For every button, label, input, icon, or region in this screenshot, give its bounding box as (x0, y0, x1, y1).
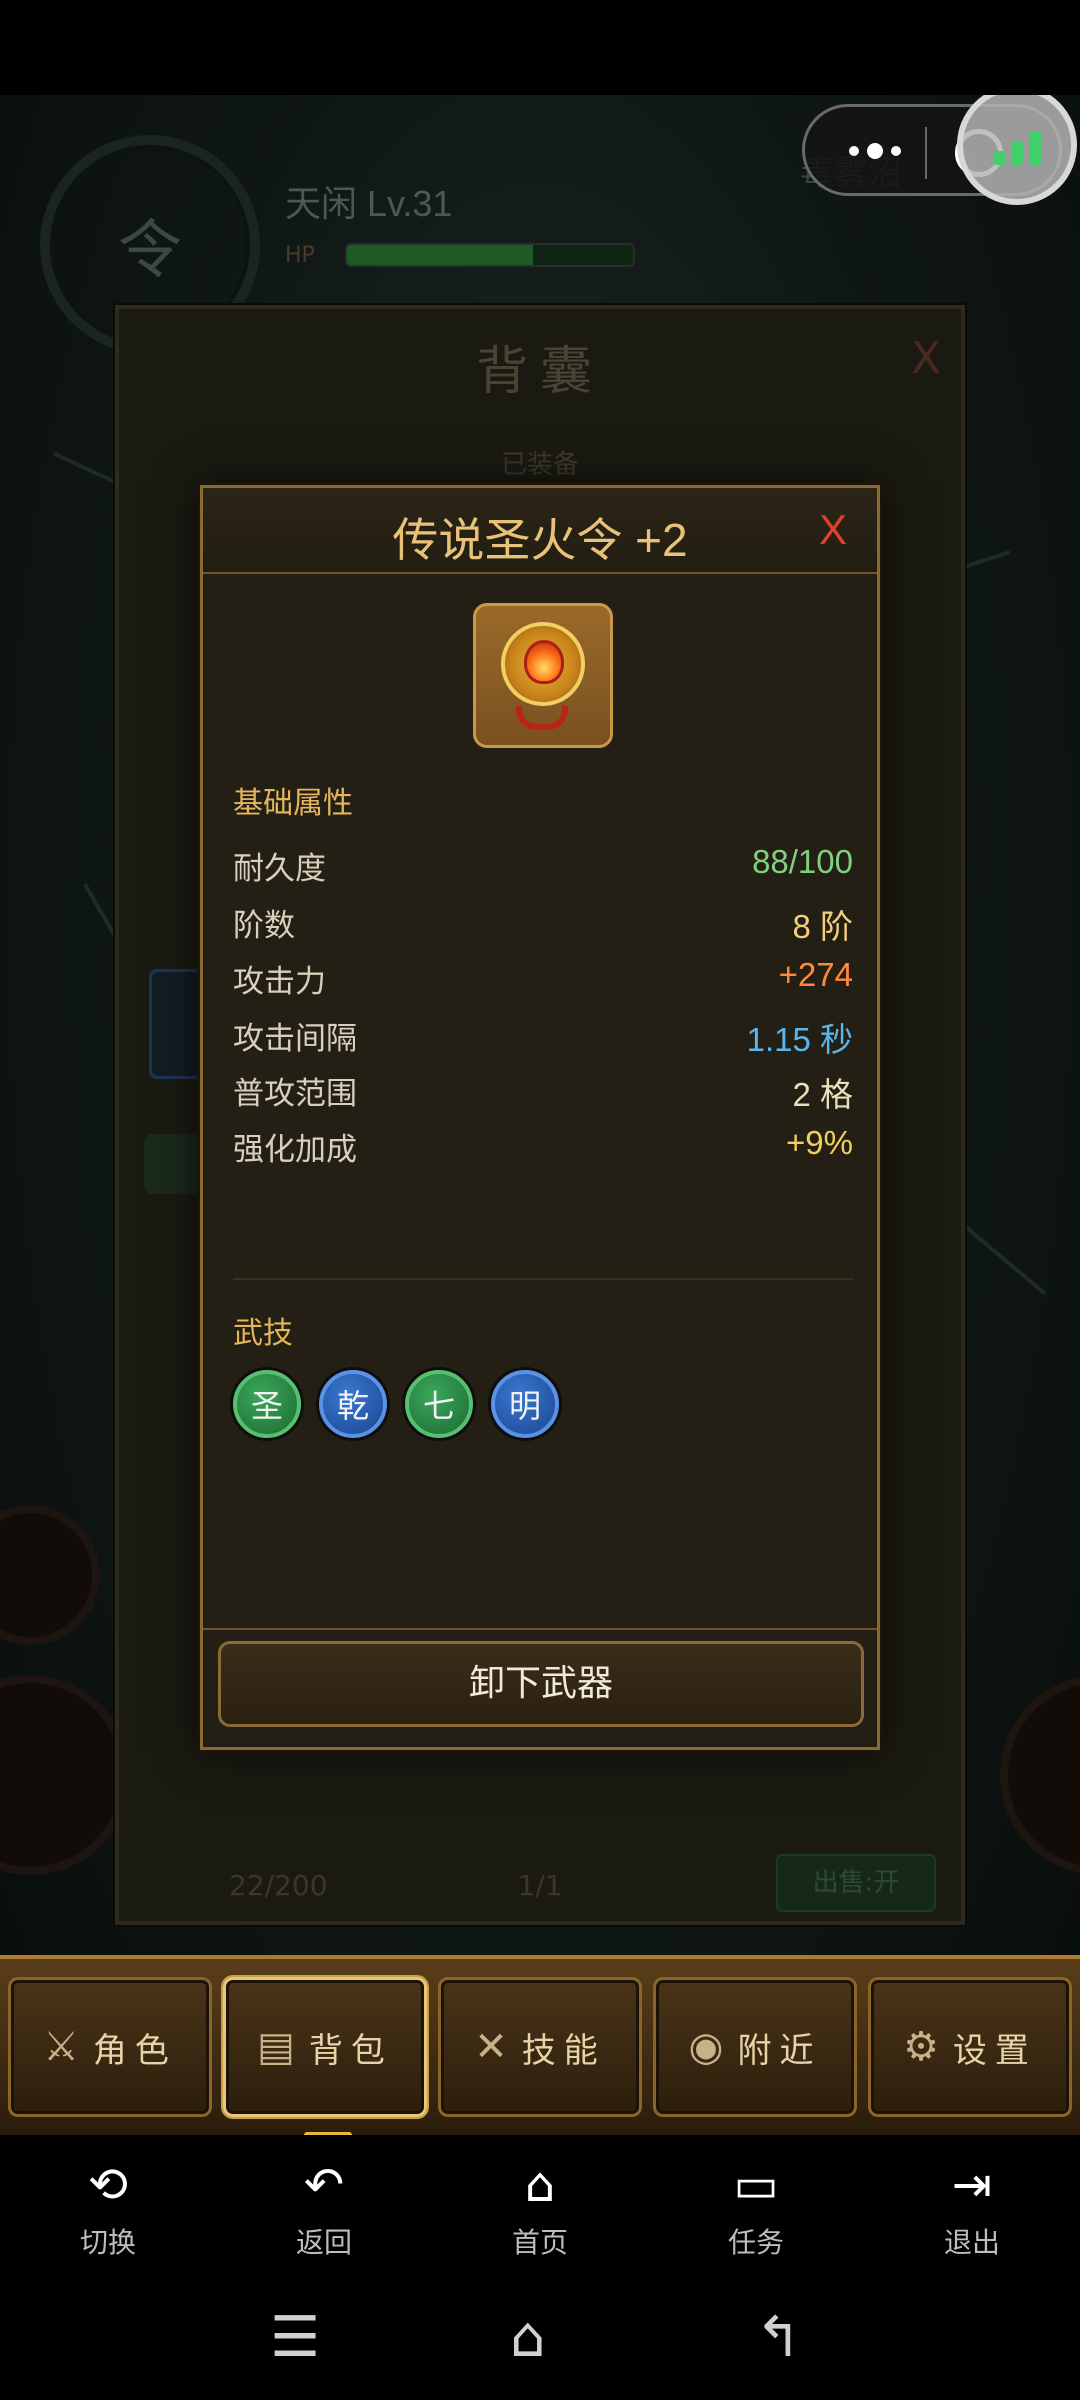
skill-badge[interactable]: 七 (405, 1370, 473, 1438)
attribute-row: 耐久度 88/100 (233, 843, 853, 893)
attribute-value: 8 阶 (792, 908, 853, 945)
left-ornament (0, 1505, 100, 1645)
wrapper-nav-label: 退出 (943, 2226, 1000, 2259)
tasks-icon: ▭ (733, 2157, 779, 2213)
attribute-value: +274 (778, 956, 853, 993)
wrapper-nav-switch[interactable]: ⟲ 切换 (28, 2155, 188, 2275)
signal-bar-icon (1011, 141, 1023, 165)
attribute-name: 耐久度 (233, 851, 326, 887)
emblem-glyph: 令 (118, 214, 182, 288)
game-tab-bar: ⚔ 角色 ▤ 背包 ✕ 技能 ◉ 附近 ⚙ 设置 (0, 1955, 1080, 2138)
skill-badge[interactable]: 圣 (233, 1370, 301, 1438)
game-viewport[interactable]: 令 天闲 Lv.31 HP 毒雾沼 背囊 X 已装备 22/200 1/1 出售… (0, 95, 1080, 2135)
back-icon[interactable]: ↰ (755, 2305, 802, 2370)
attribute-value: 2 格 (792, 1076, 853, 1113)
game-tab-label: 设置 (952, 2030, 1037, 2071)
game-tab-label: 角色 (92, 2030, 177, 2071)
backpack-close-button[interactable]: X (911, 333, 941, 384)
attribute-value: 88/100 (752, 843, 853, 880)
settings-icon: ⚙ (903, 2024, 939, 2070)
right-ornament (1000, 1675, 1080, 1875)
base-attributes-heading: 基础属性 (233, 786, 353, 821)
attribute-name: 攻击间隔 (233, 1021, 357, 1057)
skills-icon: ✕ (474, 2024, 508, 2070)
footer-divider (203, 1628, 877, 1630)
game-tab-settings[interactable]: ⚙ 设置 (868, 1977, 1072, 2117)
backpack-title: 背囊 (475, 342, 604, 402)
game-tab-label: 附近 (737, 2030, 822, 2071)
home-icon: ⌂ (524, 2157, 556, 2213)
hp-bar-fill (347, 245, 533, 265)
signal-float-ball[interactable] (957, 95, 1077, 205)
item-title: 传说圣火令 +2 (392, 514, 688, 566)
skill-badge[interactable]: 明 (491, 1370, 559, 1438)
game-tab-skills[interactable]: ✕ 技能 (438, 1977, 642, 2117)
attribute-name: 普攻范围 (233, 1076, 357, 1112)
wrapper-nav-label: 返回 (295, 2226, 352, 2259)
wrapper-nav-home[interactable]: ⌂ 首页 (460, 2155, 620, 2275)
status-bar (0, 0, 1080, 95)
attribute-name: 阶数 (233, 908, 295, 944)
menu-icon[interactable]: ☰ (270, 2305, 320, 2370)
player-name: 天闲 Lv.31 (285, 183, 453, 224)
attribute-row: 攻击力 +274 (233, 956, 853, 1006)
game-tab-nearby[interactable]: ◉ 附近 (653, 1977, 857, 2117)
martial-skills-heading: 武技 (233, 1316, 293, 1351)
game-tab-backpack[interactable]: ▤ 背包 (223, 1977, 427, 2138)
skill-badge[interactable]: 乾 (319, 1370, 387, 1438)
android-nav-bar: ☰ ⌂ ↰ (0, 2275, 1080, 2400)
wrapper-nav-label: 切换 (79, 2226, 136, 2259)
capsule-separator (925, 127, 927, 179)
backpack-icon: ▤ (257, 2024, 295, 2070)
game-tab-character[interactable]: ⚔ 角色 (8, 1977, 212, 2117)
attribute-row: 攻击间隔 1.15 秒 (233, 1013, 853, 1063)
attribute-name: 攻击力 (233, 964, 326, 1000)
nearby-icon: ◉ (688, 2024, 724, 2070)
left-ornament (0, 1675, 130, 1875)
wrapper-nav-exit[interactable]: ⇥ 退出 (892, 2155, 1052, 2275)
item-icon-frame (473, 603, 613, 748)
hp-bar (345, 243, 635, 267)
home-icon[interactable]: ⌂ (510, 2305, 546, 2370)
sell-toggle-button[interactable]: 出售:开 (776, 1854, 936, 1912)
skill-list: 圣乾七明 (233, 1370, 559, 1438)
exit-icon: ⇥ (951, 2157, 993, 2213)
wrapper-nav-label: 任务 (727, 2226, 784, 2259)
game-tab-label: 背包 (308, 2030, 393, 2071)
back-icon: ↶ (303, 2157, 345, 2213)
attribute-name: 强化加成 (233, 1132, 357, 1168)
tassel-icon (516, 706, 568, 730)
wrapper-nav-label: 首页 (511, 2226, 568, 2259)
game-tab-label: 技能 (521, 2030, 606, 2071)
flame-icon (524, 640, 564, 684)
section-divider (233, 1278, 853, 1280)
fire-token-icon (501, 622, 585, 706)
unequip-weapon-button[interactable]: 卸下武器 (218, 1641, 864, 1727)
attribute-row: 普攻范围 2 格 (233, 1068, 853, 1118)
dialog-header: 传说圣火令 +2 X (203, 488, 877, 574)
item-detail-dialog: 传说圣火令 +2 X 基础属性 耐久度 88/100 阶数 8 阶攻击力 +274 攻击间… (200, 485, 880, 1750)
attribute-value: +9% (786, 1124, 853, 1161)
dialog-close-button[interactable]: X (819, 506, 847, 554)
more-options-icon[interactable] (835, 129, 915, 173)
signal-bar-icon (993, 151, 1005, 165)
hp-label: HP (285, 243, 315, 268)
attribute-row: 强化加成 +9% (233, 1124, 853, 1174)
attribute-row: 阶数 8 阶 (233, 900, 853, 950)
equipped-label: 已装备 (500, 450, 579, 480)
switch-icon: ⟲ (87, 2157, 129, 2213)
attribute-value: 1.15 秒 (746, 1021, 853, 1058)
signal-bar-icon (1029, 131, 1041, 165)
wrapper-nav-bar: ⟲ 切换 ↶ 返回 ⌂ 首页 ▭ 任务 ⇥ 退出 (0, 2135, 1080, 2275)
wrapper-nav-tasks[interactable]: ▭ 任务 (676, 2155, 836, 2275)
character-icon: ⚔ (43, 2024, 79, 2070)
wrapper-nav-back[interactable]: ↶ 返回 (244, 2155, 404, 2275)
